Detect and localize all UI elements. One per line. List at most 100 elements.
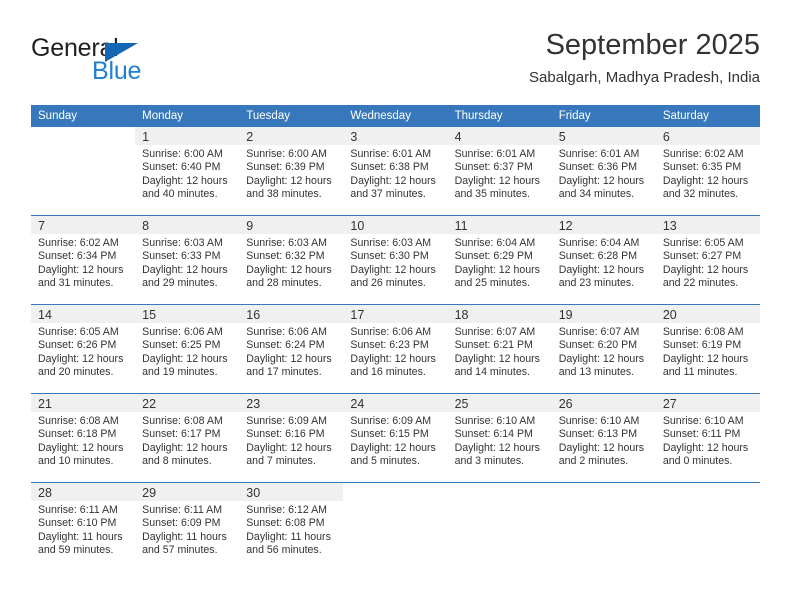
sunrise-text: Sunrise: 6:09 AM <box>350 415 432 427</box>
day-cell[interactable] <box>655 482 760 571</box>
day-cell[interactable]: 8 Sunrise: 6:03 AM Sunset: 6:33 PM Daylight… <box>135 215 240 305</box>
day-number: 26 <box>558 397 573 411</box>
sunset-text: Sunset: 6:30 PM <box>350 250 429 263</box>
day-cell[interactable]: 28 Sunrise: 6:11 AM Sunset: 6:10 PM Dayligh… <box>31 482 136 571</box>
daylight-text-line1: Daylight: 12 hours <box>454 174 540 187</box>
day-number: 2 <box>246 130 254 144</box>
daylight-text-line2: and 20 minutes. <box>38 366 114 379</box>
calendar-page: General Blue September 2025 Sabalgarh, M… <box>0 0 792 612</box>
day-number: 12 <box>558 219 573 233</box>
daylight-text-line1: Daylight: 12 hours <box>454 441 540 454</box>
day-cell[interactable]: 26 Sunrise: 6:10 AM Sunset: 6:13 PM Dayligh… <box>551 393 656 483</box>
weekday-header-sunday: Sunday <box>31 105 136 127</box>
sunrise-text: Sunrise: 6:03 AM <box>246 237 327 249</box>
day-cell[interactable]: 3 Sunrise: 6:01 AM Sunset: 6:38 PM Daylight… <box>343 127 448 216</box>
sunset-text: Sunset: 6:40 PM <box>142 161 221 174</box>
daylight-text-line1: Daylight: 12 hours <box>350 441 436 454</box>
day-cell[interactable]: 22 Sunrise: 6:08 AM Sunset: 6:17 PM Dayligh… <box>135 393 240 483</box>
daylight-text-line1: Daylight: 12 hours <box>246 441 332 454</box>
title-block: September 2025 Sabalgarh, Madhya Pradesh… <box>529 28 760 89</box>
sunset-text: Sunset: 6:24 PM <box>246 339 325 352</box>
day-number: 1 <box>142 130 150 144</box>
daylight-text-line1: Daylight: 11 hours <box>38 530 123 543</box>
day-number: 20 <box>662 308 677 322</box>
sunset-text: Sunset: 6:26 PM <box>38 339 117 352</box>
sunrise-text: Sunrise: 6:02 AM <box>662 148 744 160</box>
day-cell[interactable]: 23 Sunrise: 6:09 AM Sunset: 6:16 PM Dayligh… <box>239 393 344 483</box>
day-number: 3 <box>350 130 358 144</box>
daylight-text-line2: and 59 minutes. <box>38 544 114 557</box>
daylight-text-line1: Daylight: 12 hours <box>38 263 124 276</box>
day-cell[interactable]: 12 Sunrise: 6:04 AM Sunset: 6:28 PM Dayligh… <box>551 215 656 305</box>
daylight-text-line2: and 57 minutes. <box>142 544 218 557</box>
sunset-text: Sunset: 6:21 PM <box>454 339 533 352</box>
week-row: 7 Sunrise: 6:02 AM Sunset: 6:34 PM Daylight… <box>31 215 760 305</box>
day-cell[interactable]: 5 Sunrise: 6:01 AM Sunset: 6:36 PM Daylight… <box>551 127 656 216</box>
day-number: 15 <box>142 308 157 322</box>
day-cell[interactable]: 24 Sunrise: 6:09 AM Sunset: 6:15 PM Dayligh… <box>343 393 448 483</box>
day-number: 21 <box>38 397 52 411</box>
day-cell[interactable]: 21 Sunrise: 6:08 AM Sunset: 6:18 PM Dayligh… <box>31 393 136 483</box>
calendar-body: 1 Sunrise: 6:00 AM Sunset: 6:40 PM Daylight… <box>31 127 760 571</box>
sunset-text: Sunset: 6:25 PM <box>142 339 221 352</box>
page-header: General Blue September 2025 Sabalgarh, M… <box>31 28 760 98</box>
day-number: 6 <box>662 130 670 144</box>
daylight-text-line1: Daylight: 12 hours <box>662 174 749 187</box>
day-cell[interactable]: 27 Sunrise: 6:10 AM Sunset: 6:11 PM Dayligh… <box>655 393 760 483</box>
daylight-text-line1: Daylight: 11 hours <box>142 530 227 543</box>
daylight-text-line1: Daylight: 12 hours <box>350 174 436 187</box>
day-cell[interactable]: 25 Sunrise: 6:10 AM Sunset: 6:14 PM Dayligh… <box>447 393 552 483</box>
day-cell[interactable]: 6 Sunrise: 6:02 AM Sunset: 6:35 PM Daylight… <box>655 127 760 216</box>
day-cell[interactable]: 11 Sunrise: 6:04 AM Sunset: 6:29 PM Dayligh… <box>447 215 552 305</box>
sunrise-text: Sunrise: 6:04 AM <box>558 237 640 249</box>
day-cell[interactable]: 14 Sunrise: 6:05 AM Sunset: 6:26 PM Dayligh… <box>31 304 136 394</box>
day-cell[interactable]: 18 Sunrise: 6:07 AM Sunset: 6:21 PM Dayligh… <box>447 304 552 394</box>
day-cell[interactable]: 16 Sunrise: 6:06 AM Sunset: 6:24 PM Dayligh… <box>239 304 344 394</box>
day-cell[interactable]: 17 Sunrise: 6:06 AM Sunset: 6:23 PM Dayligh… <box>343 304 448 394</box>
page-subtitle: Sabalgarh, Madhya Pradesh, India <box>529 69 760 86</box>
daylight-text-line2: and 16 minutes. <box>350 366 426 379</box>
day-cell[interactable]: 4 Sunrise: 6:01 AM Sunset: 6:37 PM Daylight… <box>447 127 552 216</box>
day-cell[interactable]: 1 Sunrise: 6:00 AM Sunset: 6:40 PM Daylight… <box>135 127 240 216</box>
daylight-text-line1: Daylight: 12 hours <box>142 263 228 276</box>
sunset-text: Sunset: 6:20 PM <box>558 339 638 352</box>
day-cell[interactable]: 30 Sunrise: 6:12 AM Sunset: 6:08 PM Dayligh… <box>239 482 344 571</box>
general-blue-logo[interactable]: General Blue <box>31 34 181 86</box>
day-cell[interactable]: 15 Sunrise: 6:06 AM Sunset: 6:25 PM Dayligh… <box>135 304 240 394</box>
sunrise-text: Sunrise: 6:12 AM <box>246 504 327 516</box>
sunrise-text: Sunrise: 6:00 AM <box>246 148 327 160</box>
sunrise-text: Sunrise: 6:06 AM <box>246 326 327 338</box>
day-number: 28 <box>38 486 52 500</box>
day-cell[interactable]: 19 Sunrise: 6:07 AM Sunset: 6:20 PM Dayligh… <box>551 304 656 394</box>
daylight-text-line2: and 37 minutes. <box>350 188 426 201</box>
day-cell[interactable] <box>551 482 656 571</box>
day-cell[interactable] <box>343 482 448 571</box>
daylight-text-line1: Daylight: 12 hours <box>662 352 749 365</box>
day-number: 18 <box>454 308 469 322</box>
weekday-header-thursday: Thursday <box>447 105 552 127</box>
sunset-text: Sunset: 6:18 PM <box>38 428 117 441</box>
day-cell[interactable]: 29 Sunrise: 6:11 AM Sunset: 6:09 PM Dayligh… <box>135 482 240 571</box>
sunset-text: Sunset: 6:27 PM <box>662 250 742 263</box>
day-cell[interactable]: 10 Sunrise: 6:03 AM Sunset: 6:30 PM Dayligh… <box>343 215 448 305</box>
sunset-text: Sunset: 6:37 PM <box>454 161 533 174</box>
day-number: 16 <box>246 308 261 322</box>
sunset-text: Sunset: 6:19 PM <box>662 339 742 352</box>
day-number: 22 <box>142 397 157 411</box>
day-cell[interactable]: 7 Sunrise: 6:02 AM Sunset: 6:34 PM Daylight… <box>31 215 136 305</box>
daylight-text-line2: and 3 minutes. <box>454 455 525 468</box>
day-cell[interactable]: 13 Sunrise: 6:05 AM Sunset: 6:27 PM Dayligh… <box>655 215 760 305</box>
sunset-text: Sunset: 6:15 PM <box>350 428 429 441</box>
day-cell[interactable]: 2 Sunrise: 6:00 AM Sunset: 6:39 PM Daylight… <box>239 127 344 216</box>
day-cell[interactable]: 9 Sunrise: 6:03 AM Sunset: 6:32 PM Daylight… <box>239 215 344 305</box>
day-cell[interactable] <box>447 482 552 571</box>
daylight-text-line2: and 5 minutes. <box>350 455 420 468</box>
daylight-text-line2: and 31 minutes. <box>38 277 114 290</box>
day-cell[interactable] <box>31 127 136 216</box>
sunrise-text: Sunrise: 6:05 AM <box>38 326 119 338</box>
page-title: September 2025 <box>545 29 760 61</box>
daylight-text-line2: and 23 minutes. <box>558 277 635 290</box>
day-cell[interactable]: 20 Sunrise: 6:08 AM Sunset: 6:19 PM Dayligh… <box>655 304 760 394</box>
sunset-text: Sunset: 6:11 PM <box>662 428 741 441</box>
sunset-text: Sunset: 6:38 PM <box>350 161 429 174</box>
